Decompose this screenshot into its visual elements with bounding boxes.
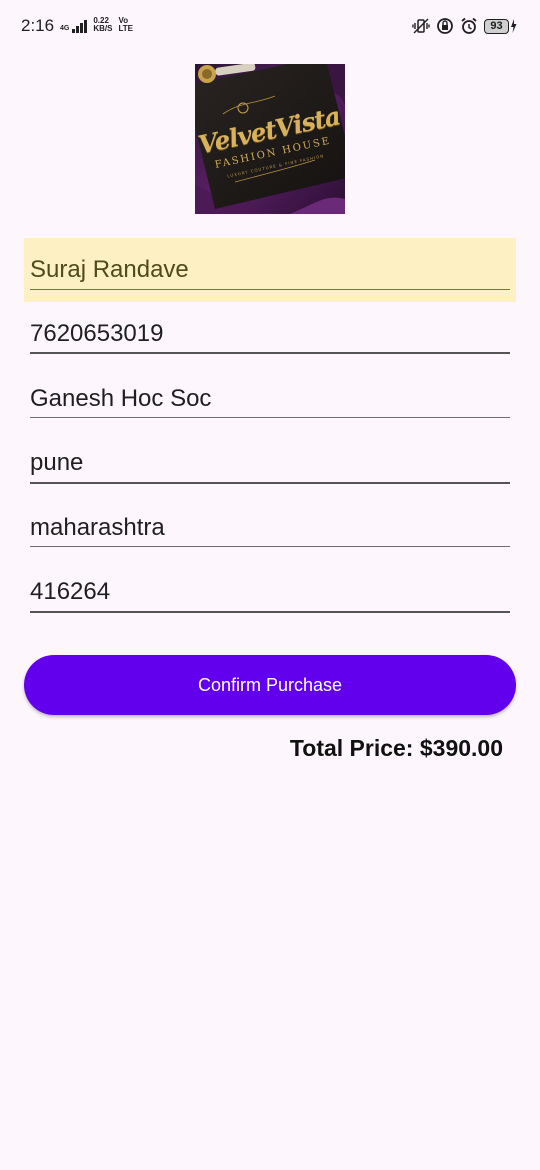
name-field[interactable]: Suraj Randave bbox=[24, 238, 516, 302]
city-field-value: pune bbox=[30, 449, 84, 476]
vibrate-icon bbox=[412, 18, 430, 34]
state-field-value: maharashtra bbox=[30, 514, 165, 541]
state-field[interactable]: maharashtra bbox=[24, 496, 516, 560]
battery-icon: 93 bbox=[484, 18, 518, 34]
city-field[interactable]: pune bbox=[24, 431, 516, 495]
system-indicators: 93 bbox=[412, 17, 518, 35]
logo-lettering: VelvetVista FASHION HOUSE LUXURY COUTURE… bbox=[195, 64, 345, 214]
phone-field-value: 7620653019 bbox=[30, 320, 164, 347]
phone-field[interactable]: 7620653019 bbox=[24, 302, 516, 366]
alarm-icon bbox=[461, 17, 477, 34]
address-field-value: Ganesh Hoc Soc bbox=[30, 385, 212, 412]
charging-icon bbox=[511, 19, 517, 33]
pincode-field-value: 416264 bbox=[30, 578, 111, 605]
battery-level: 93 bbox=[484, 18, 509, 34]
network-indicators: 4G 0.22 KB/S Vo LTE bbox=[60, 17, 133, 33]
volte-bottom: LTE bbox=[118, 24, 133, 33]
data-rate: 0.22 KB/S bbox=[93, 17, 112, 33]
pincode-field[interactable]: 416264 bbox=[24, 560, 516, 624]
network-type: 4G bbox=[60, 25, 69, 33]
confirm-purchase-button[interactable]: Confirm Purchase bbox=[24, 655, 516, 715]
data-saver-icon bbox=[437, 18, 453, 34]
phone-field-underline bbox=[30, 352, 510, 354]
volte-indicator: Vo LTE bbox=[118, 17, 133, 33]
name-field-value: Suraj Randave bbox=[30, 256, 189, 283]
signal-icon bbox=[72, 19, 88, 33]
data-rate-unit: KB/S bbox=[93, 24, 113, 33]
network-type-label: 4G bbox=[60, 25, 70, 32]
brand-logo: VelvetVista FASHION HOUSE LUXURY COUTURE… bbox=[195, 64, 345, 214]
total-price: Total Price: $390.00 bbox=[289, 735, 503, 761]
status-time: 2:16 bbox=[21, 16, 55, 35]
name-field-underline bbox=[30, 289, 510, 290]
status-bar: 2:16 4G 0.22 KB/S Vo LTE 93 bbox=[0, 0, 540, 56]
address-field[interactable]: Ganesh Hoc Soc bbox=[24, 367, 516, 431]
pincode-field-underline bbox=[30, 611, 510, 613]
city-field-underline bbox=[30, 482, 510, 484]
address-field-underline bbox=[30, 417, 510, 418]
state-field-underline bbox=[30, 546, 510, 547]
